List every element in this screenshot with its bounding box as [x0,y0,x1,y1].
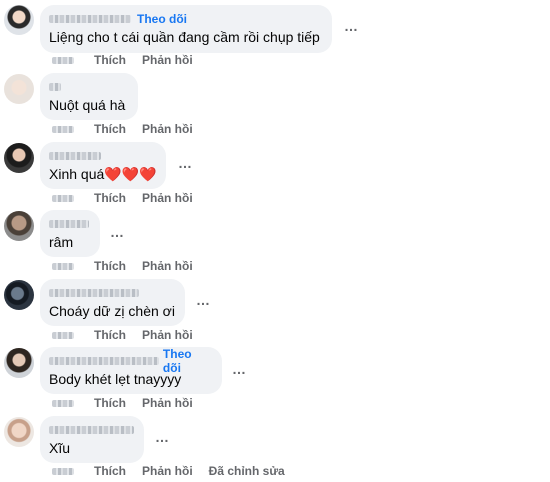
more-options-icon[interactable]: … [155,429,170,445]
avatar[interactable] [4,417,34,447]
comment-actions: Thích Phản hồi [52,53,209,67]
more-options-icon[interactable]: … [196,292,211,308]
more-options-icon[interactable]: … [110,224,125,240]
comment-bubble: Nuột quá hà [40,73,138,120]
comment-text: Nuột quá hà [49,97,126,113]
more-options-icon[interactable]: … [178,155,193,171]
more-options-icon[interactable]: … [344,18,359,34]
comment-actions: Thích Phản hồi Đã chỉnh sửa [52,464,301,478]
comment-actions: Thích Phản hồi [52,396,209,410]
follow-button[interactable]: Theo dõi [137,12,187,26]
timestamp-redacted[interactable] [52,262,74,270]
author-name-redacted[interactable] [49,289,139,297]
author-name-redacted[interactable] [49,152,101,160]
comment-text: Liệng cho t cái quần đang cầm rồi chụp t… [49,29,320,45]
timestamp-redacted[interactable] [52,467,74,475]
reply-button[interactable]: Phản hồi [142,464,193,478]
avatar[interactable] [4,143,34,173]
edited-label: Đã chỉnh sửa [208,464,285,478]
avatar[interactable] [4,348,34,378]
comment-text: Xĩu [49,440,71,456]
like-button[interactable]: Thích [94,328,126,342]
comment-text: Xinh quá❤️❤️❤️ [49,166,157,182]
like-button[interactable]: Thích [94,396,126,410]
comment-actions: Thích Phản hồi [52,191,209,205]
timestamp-redacted[interactable] [52,125,74,133]
avatar[interactable] [4,5,34,35]
comment-actions: Thích Phản hồi [52,259,209,273]
reply-button[interactable]: Phản hồi [142,53,193,67]
like-button[interactable]: Thích [94,53,126,67]
comment-bubble: Theo dõi Body khét lẹt tnayyyy [40,347,222,394]
more-options-icon[interactable]: … [232,361,247,377]
reply-button[interactable]: Phản hồi [142,259,193,273]
author-name-redacted[interactable] [49,83,61,91]
author-name-redacted[interactable] [49,15,131,23]
timestamp-redacted[interactable] [52,194,74,202]
timestamp-redacted[interactable] [52,331,74,339]
avatar[interactable] [4,211,34,241]
avatar[interactable] [4,74,34,104]
comment-bubble: Choáy dữ zị chèn ơi [40,279,185,326]
timestamp-redacted[interactable] [52,399,74,407]
timestamp-redacted[interactable] [52,56,74,64]
comment-text: râm [49,234,74,250]
comment-bubble: Theo dõi Liệng cho t cái quần đang cầm r… [40,5,332,53]
reply-button[interactable]: Phản hồi [142,122,193,136]
like-button[interactable]: Thích [94,259,126,273]
author-name-redacted[interactable] [49,357,159,365]
reply-button[interactable]: Phản hồi [142,191,193,205]
author-name-redacted[interactable] [49,220,89,228]
comment-text: Choáy dữ zị chèn ơi [49,303,175,319]
like-button[interactable]: Thích [94,464,126,478]
reply-button[interactable]: Phản hồi [142,396,193,410]
reply-button[interactable]: Phản hồi [142,328,193,342]
comment-actions: Thích Phản hồi [52,328,209,342]
avatar[interactable] [4,280,34,310]
author-name-redacted[interactable] [49,426,134,434]
comment-bubble: Xĩu [40,416,144,463]
like-button[interactable]: Thích [94,191,126,205]
comment-bubble: râm [40,210,100,257]
like-button[interactable]: Thích [94,122,126,136]
comment-bubble: Xinh quá❤️❤️❤️ [40,142,166,189]
comment-actions: Thích Phản hồi [52,122,209,136]
